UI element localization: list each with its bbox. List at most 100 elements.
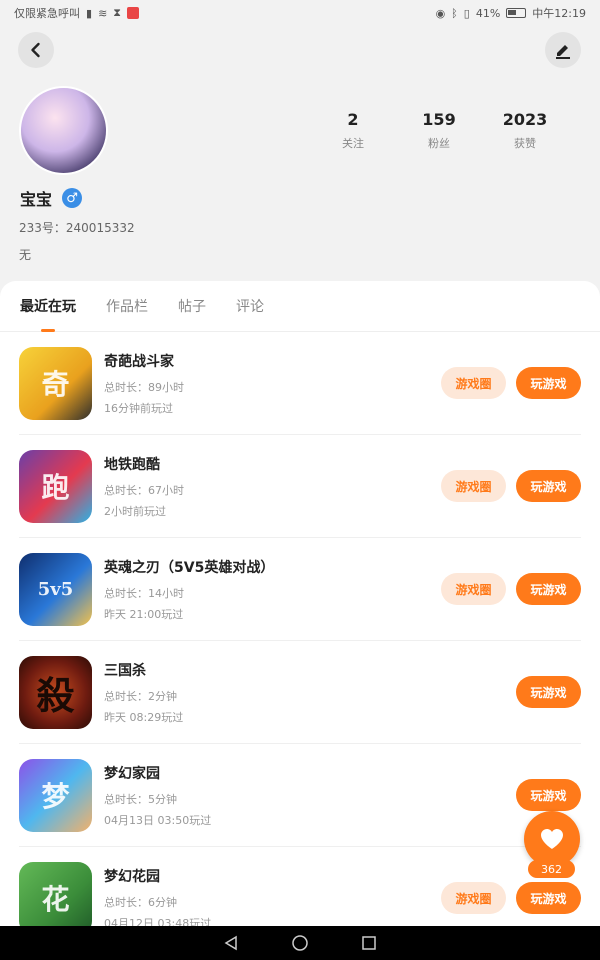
game-info: 梦幻花园 总时长：6分钟 04月12日 03:48玩过 (104, 866, 441, 927)
status-right: ◉ ᛒ ▯ 41% 中午12:19 (436, 5, 586, 21)
game-icon-glyph: 跑 (41, 471, 70, 504)
status-left: 仅限紧急呼叫 ▮ ≋ ⧗ (14, 5, 140, 21)
play-game-button[interactable]: 玩游戏 (516, 573, 581, 605)
game-total-time: 总时长：14小时 (104, 586, 184, 600)
battery-icon (506, 8, 527, 18)
avatar[interactable] (19, 86, 108, 175)
list-item[interactable]: 花 梦幻花园 总时长：6分钟 04月12日 03:48玩过 游戏圈 玩游戏 (19, 847, 581, 926)
carrier-text: 仅限紧急呼叫 (14, 7, 80, 20)
vibrate-icon: ▯ (463, 6, 470, 20)
heart-icon (541, 829, 563, 849)
profile-stats: 2 关注 159 粉丝 2023 获赞 (310, 110, 570, 151)
content-card: 最近在玩 作品栏 帖子 评论 奇 奇葩战斗家 总时长：89小时 16分钟前玩过 … (0, 281, 600, 926)
game-icon[interactable]: 5v5 (19, 552, 92, 626)
signal-icon: ▮ (86, 6, 93, 20)
game-info: 奇葩战斗家 总时长：89小时 16分钟前玩过 (104, 351, 441, 416)
stat-following[interactable]: 2 关注 (310, 110, 396, 151)
game-info: 英魂之刃（5V5英雄对战） 总时长：14小时 昨天 21:00玩过 (104, 557, 441, 622)
stat-label: 获赞 (514, 137, 536, 150)
user-id: 233号：240015332 (19, 221, 135, 235)
game-actions: 游戏圈 玩游戏 (441, 470, 581, 502)
game-icon[interactable]: 梦 (19, 758, 92, 832)
stat-value: 2023 (502, 110, 548, 129)
game-name: 地铁跑酷 (104, 456, 160, 473)
bluetooth-icon: ᛒ (451, 6, 458, 20)
wifi-icon: ≋ (98, 6, 108, 20)
edit-icon (556, 45, 570, 59)
game-total-time: 总时长：67小时 (104, 483, 184, 497)
eye-icon: ◉ (435, 6, 446, 20)
game-icon-glyph: 梦 (41, 780, 70, 813)
list-item[interactable]: 跑 地铁跑酷 总时长：67小时 2小时前玩过 游戏圈 玩游戏 (19, 435, 581, 538)
edit-profile-button[interactable] (545, 32, 581, 68)
game-icon[interactable]: 奇 (19, 346, 92, 420)
like-count: 362 (528, 860, 575, 878)
list-item[interactable]: 梦 梦幻家园 总时长：5分钟 04月13日 03:50玩过 玩游戏 (19, 744, 581, 847)
play-game-button[interactable]: 玩游戏 (516, 779, 581, 811)
nickname-row: 宝宝 ♂ (20, 186, 83, 210)
game-name: 英魂之刃（5V5英雄对战） (104, 559, 275, 576)
tab-recent-play[interactable]: 最近在玩 (20, 281, 76, 332)
stat-label: 粉丝 (428, 137, 450, 150)
game-last-played: 04月13日 03:50玩过 (104, 813, 212, 827)
game-circle-button[interactable]: 游戏圈 (441, 367, 506, 399)
game-last-played: 昨天 21:00玩过 (104, 607, 184, 621)
stat-value: 159 (422, 110, 456, 129)
game-icon-glyph: 殺 (36, 672, 75, 718)
game-last-played: 16分钟前玩过 (104, 401, 173, 415)
clock: 中午12:19 (532, 7, 586, 20)
male-gender-icon: ♂ (62, 188, 83, 208)
status-bar: 仅限紧急呼叫 ▮ ≋ ⧗ ◉ ᛒ ▯ 41% 中午12:19 (0, 0, 600, 26)
play-game-button[interactable]: 玩游戏 (516, 470, 581, 502)
game-name: 梦幻家园 (104, 765, 160, 782)
list-item[interactable]: 5v5 英魂之刃（5V5英雄对战） 总时长：14小时 昨天 21:00玩过 游戏… (19, 538, 581, 641)
game-circle-button[interactable]: 游戏圈 (441, 882, 506, 914)
game-icon-glyph: 奇 (41, 368, 70, 401)
game-icon[interactable]: 殺 (19, 655, 92, 729)
game-circle-button[interactable]: 游戏圈 (441, 573, 506, 605)
tab-works[interactable]: 作品栏 (106, 281, 148, 332)
game-actions: 游戏圈 玩游戏 (441, 367, 581, 399)
list-item[interactable]: 奇 奇葩战斗家 总时长：89小时 16分钟前玩过 游戏圈 玩游戏 (19, 332, 581, 435)
game-actions: 游戏圈 玩游戏 (441, 573, 581, 605)
game-info: 梦幻家园 总时长：5分钟 04月13日 03:50玩过 (104, 763, 516, 828)
game-actions: 玩游戏 (516, 779, 581, 811)
game-icon-glyph: 花 (41, 883, 70, 916)
tab-posts[interactable]: 帖子 (178, 281, 206, 332)
nav-back-icon[interactable] (223, 935, 239, 951)
nav-recents-icon[interactable] (361, 935, 377, 951)
game-icon-glyph: 5v5 (37, 578, 74, 600)
stat-likes[interactable]: 2023 获赞 (482, 110, 568, 151)
game-actions: 游戏圈 玩游戏 (441, 882, 581, 914)
like-button[interactable] (524, 811, 580, 867)
play-game-button[interactable]: 玩游戏 (516, 676, 581, 708)
nav-home-icon[interactable] (291, 934, 309, 952)
game-total-time: 总时长：6分钟 (104, 895, 177, 909)
back-arrow-icon (31, 42, 40, 58)
game-last-played: 昨天 08:29玩过 (104, 710, 184, 724)
back-button[interactable] (18, 32, 54, 68)
game-info: 地铁跑酷 总时长：67小时 2小时前玩过 (104, 454, 441, 519)
battery-percent: 41% (475, 6, 501, 20)
game-circle-button[interactable]: 游戏圈 (441, 470, 506, 502)
system-nav-bar (0, 926, 600, 960)
game-icon[interactable]: 跑 (19, 449, 92, 523)
play-game-button[interactable]: 玩游戏 (516, 367, 581, 399)
game-last-played: 2小时前玩过 (104, 504, 166, 518)
list-item[interactable]: 殺 三国杀 总时长：2分钟 昨天 08:29玩过 玩游戏 (19, 641, 581, 744)
game-actions: 玩游戏 (516, 676, 581, 708)
stat-label: 关注 (342, 137, 364, 150)
stat-fans[interactable]: 159 粉丝 (396, 110, 482, 151)
app-badge-icon (127, 7, 140, 19)
game-name: 奇葩战斗家 (104, 353, 174, 370)
stat-value: 2 (347, 110, 359, 129)
nickname: 宝宝 (20, 190, 53, 209)
play-game-button[interactable]: 玩游戏 (516, 882, 581, 914)
game-name: 三国杀 (104, 662, 146, 679)
tab-bar: 最近在玩 作品栏 帖子 评论 (0, 281, 600, 332)
tab-comments[interactable]: 评论 (236, 281, 264, 332)
game-name: 梦幻花园 (104, 868, 160, 885)
game-total-time: 总时长：2分钟 (104, 689, 177, 703)
game-total-time: 总时长：5分钟 (104, 792, 177, 806)
game-icon[interactable]: 花 (19, 861, 92, 926)
